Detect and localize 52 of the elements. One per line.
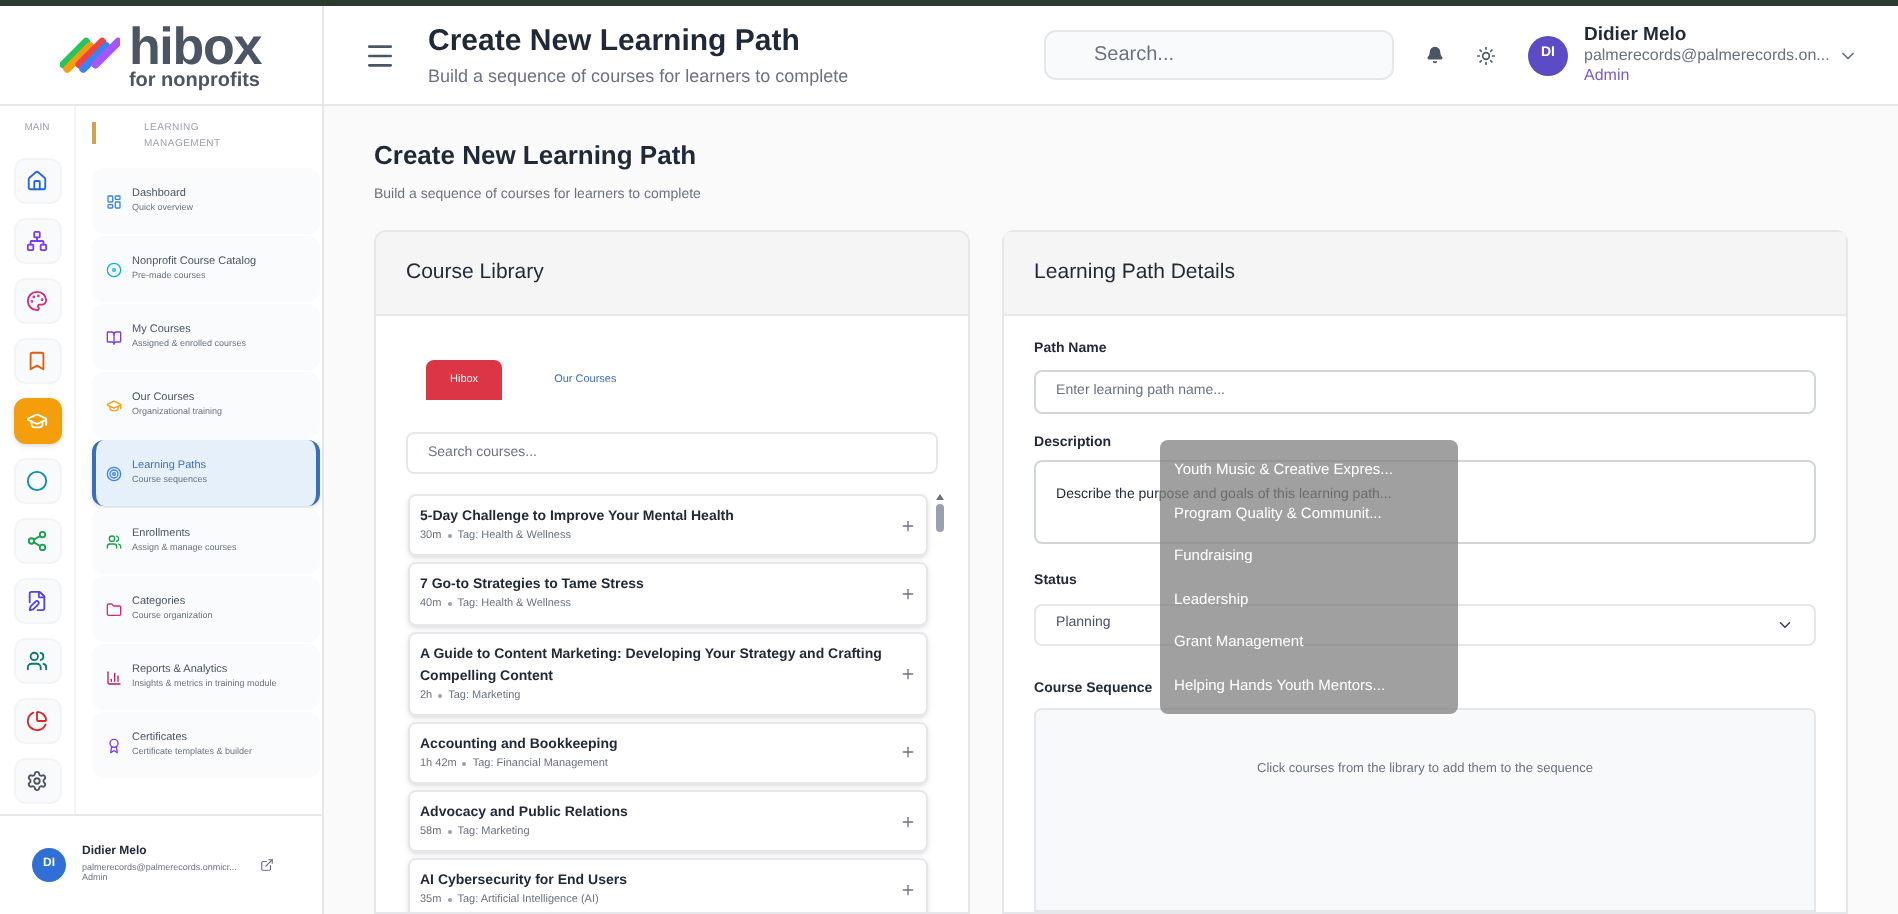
user-name: Didier Melo xyxy=(1584,23,1689,47)
bookmark-icon xyxy=(26,349,48,371)
book-icon xyxy=(106,329,122,345)
graduation-cap-icon xyxy=(106,397,122,413)
rail-button[interactable] xyxy=(13,577,61,623)
rail-button[interactable] xyxy=(13,157,61,203)
header-title: Create New Learning Path xyxy=(428,21,802,61)
home-icon xyxy=(26,169,48,191)
rail-button[interactable] xyxy=(13,457,61,503)
sun-icon[interactable] xyxy=(1476,45,1496,65)
add-icon[interactable] xyxy=(900,881,917,898)
rail-button[interactable] xyxy=(13,517,61,563)
brand-name: hibox xyxy=(128,19,262,71)
rail-button[interactable] xyxy=(13,217,61,263)
circle-icon xyxy=(26,469,48,491)
disc-icon xyxy=(106,261,122,277)
menu-button[interactable] xyxy=(364,39,396,71)
folder-icon xyxy=(106,601,122,617)
users-icon xyxy=(106,533,122,549)
scrollbar xyxy=(934,494,945,532)
dashboard-icon xyxy=(106,193,122,209)
palette-icon xyxy=(26,289,48,311)
card-title: Course Library xyxy=(406,257,544,288)
chart-icon xyxy=(106,669,122,685)
rail-button[interactable] xyxy=(13,757,61,803)
external-link-icon[interactable] xyxy=(260,858,275,872)
rail-button[interactable] xyxy=(13,637,61,683)
add-icon[interactable] xyxy=(900,665,917,682)
add-icon[interactable] xyxy=(900,517,917,534)
rail-button[interactable] xyxy=(13,697,61,743)
add-icon[interactable] xyxy=(900,585,917,602)
edit-icon xyxy=(26,589,48,611)
brand-tagline: for nonprofits xyxy=(128,71,262,91)
pie-chart-icon xyxy=(26,709,48,731)
rail-button[interactable] xyxy=(13,337,61,383)
graduation-cap-icon xyxy=(26,409,48,431)
search-field[interactable]: Search... xyxy=(1044,30,1394,80)
add-icon[interactable] xyxy=(900,744,917,761)
sitemap-icon xyxy=(26,229,48,251)
user-email: palmerecords@palmerecords.on... xyxy=(1584,46,1830,67)
bell-icon[interactable] xyxy=(1426,46,1444,64)
header-subtitle: Build a sequence of courses for learners to complete xyxy=(428,64,849,90)
settings-icon xyxy=(26,769,48,791)
user-role: Admin xyxy=(1584,66,1632,87)
card-title: Learning Path Details xyxy=(1034,257,1235,288)
page-title: Create New Learning Path xyxy=(374,138,699,174)
target-icon xyxy=(106,465,122,481)
add-icon[interactable] xyxy=(900,813,917,830)
award-icon xyxy=(106,737,122,753)
rail-button[interactable] xyxy=(13,277,61,323)
users-icon xyxy=(26,649,48,671)
network-icon xyxy=(26,529,48,551)
